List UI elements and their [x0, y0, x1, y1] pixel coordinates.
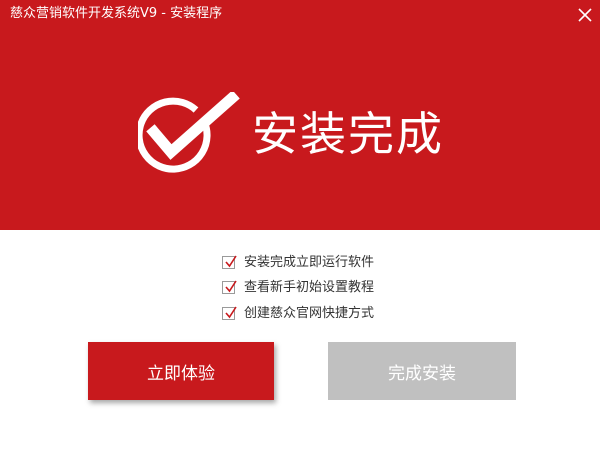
- try-now-button[interactable]: 立即体验: [88, 342, 274, 400]
- checkbox[interactable]: [222, 255, 237, 269]
- checkbox[interactable]: [222, 306, 237, 320]
- option-create-shortcut[interactable]: 创建慈众官网快捷方式: [222, 305, 422, 323]
- window-title: 慈众营销软件开发系统V9 - 安装程序: [10, 6, 223, 21]
- check-circle-icon: [135, 90, 240, 174]
- close-icon: [578, 8, 592, 22]
- close-button[interactable]: [576, 6, 594, 24]
- option-label: 创建慈众官网快捷方式: [244, 306, 375, 321]
- install-complete-title: 安装完成: [252, 107, 444, 161]
- option-label: 安装完成立即运行软件: [244, 255, 375, 270]
- checkmark-icon: [225, 255, 237, 268]
- option-label: 查看新手初始设置教程: [244, 280, 375, 295]
- header-banner: 慈众营销软件开发系统V9 - 安装程序 安装完成: [0, 0, 600, 230]
- checkbox[interactable]: [222, 280, 237, 294]
- checkmark-icon: [225, 280, 237, 293]
- checkmark-icon: [225, 306, 237, 319]
- finish-install-button[interactable]: 完成安装: [328, 342, 516, 400]
- option-run-after-install[interactable]: 安装完成立即运行软件: [222, 254, 422, 272]
- option-view-tutorial[interactable]: 查看新手初始设置教程: [222, 279, 422, 297]
